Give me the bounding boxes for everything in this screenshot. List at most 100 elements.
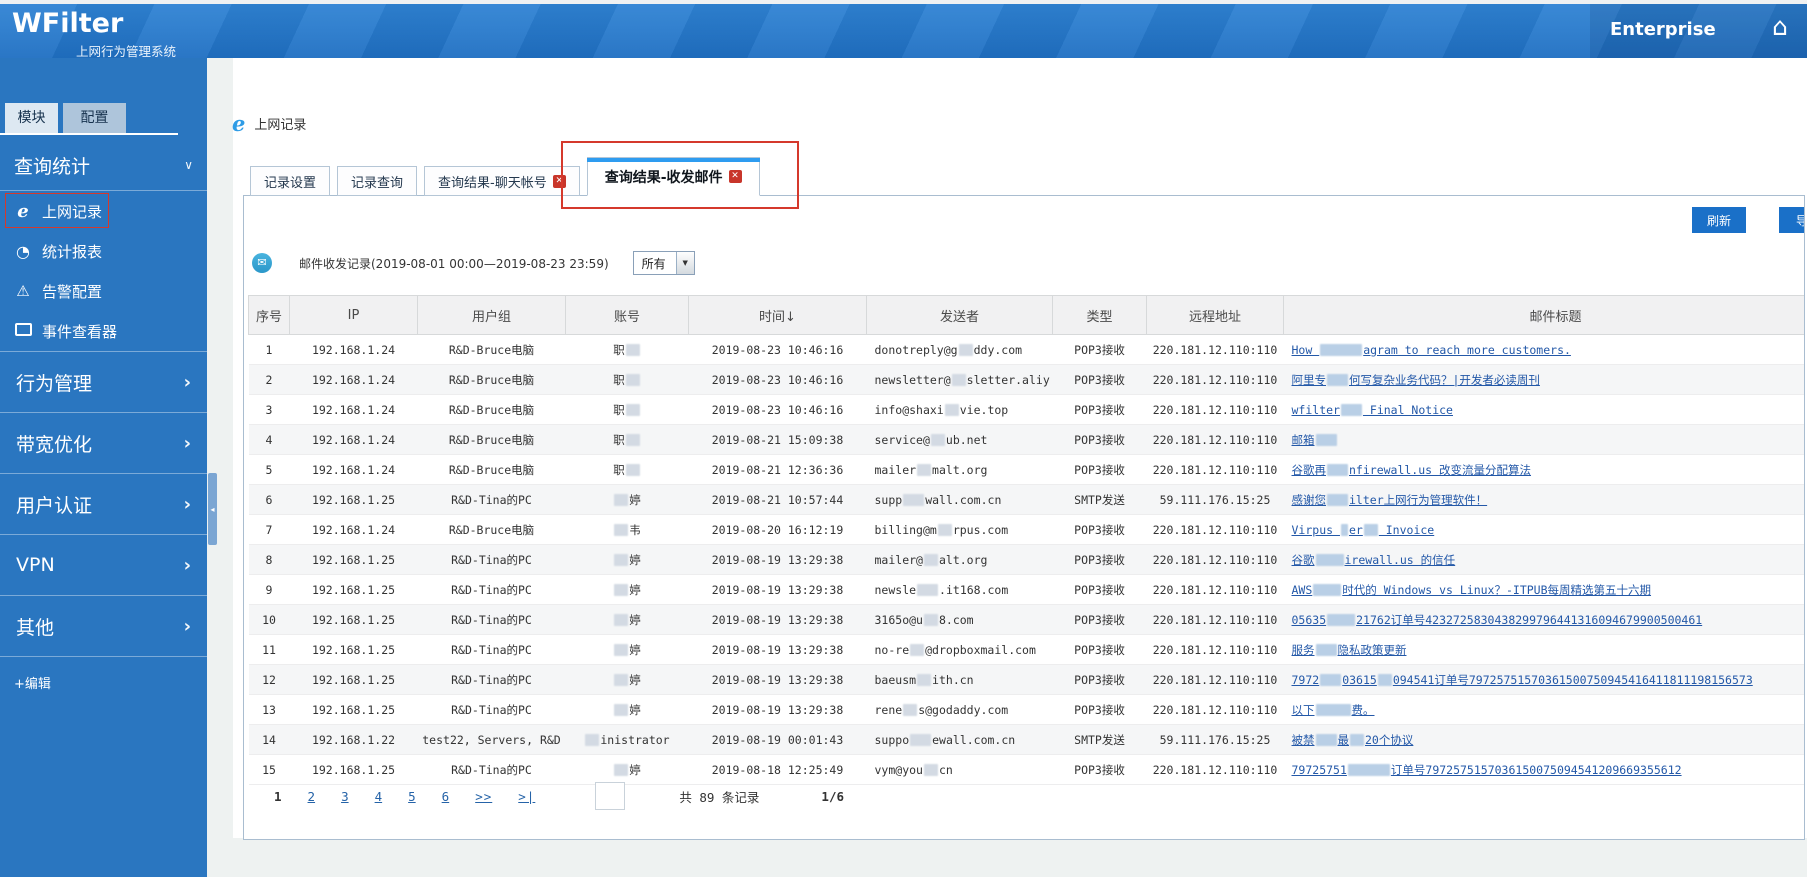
mail-icon: ✉: [252, 253, 272, 273]
sidebar-group-vpn[interactable]: VPN›: [0, 535, 207, 596]
report-icon: [12, 242, 34, 261]
table-row: 1192.168.1.24R&D-Bruce电脑职2019-08-23 10:4…: [249, 335, 1806, 365]
email-subject-link[interactable]: Virpus er Invoice: [1292, 523, 1435, 537]
page-last[interactable]: >|: [518, 789, 535, 804]
sidebar-collapse-handle[interactable]: ◂: [208, 473, 217, 545]
email-subject-link[interactable]: 谷歌再nfirewall.us 改变流量分配算法: [1292, 463, 1532, 477]
chevron-right-icon: ›: [184, 555, 191, 576]
refresh-button[interactable]: 刷新: [1692, 207, 1746, 233]
page-next[interactable]: >>: [475, 789, 492, 804]
email-subject-link[interactable]: 服务隐私政策更新: [1292, 643, 1407, 657]
chevron-right-icon: ›: [184, 616, 191, 637]
sidebar-item-event-viewer[interactable]: 事件查看器: [0, 311, 207, 351]
mail-record-label: 邮件收发记录(2019-08-01 00:00—2019-08-23 23:59…: [299, 255, 609, 272]
table-row: 8192.168.1.25R&D-Tina的PC婷2019-08-19 13:2…: [249, 545, 1806, 575]
page-link[interactable]: 2: [308, 789, 316, 804]
breadcrumb: e 上网记录: [232, 110, 306, 136]
filter-select[interactable]: 所有 ▼: [633, 251, 695, 275]
tab-label: 记录设置: [264, 172, 316, 191]
table-row: 6192.168.1.25R&D-Tina的PC婷2019-08-21 10:5…: [249, 485, 1806, 515]
column-header-2[interactable]: 用户组: [418, 296, 566, 335]
email-subject-link[interactable]: AWS时代的 Windows vs Linux？-ITPUB每周精选第五十六期: [1292, 583, 1652, 597]
sidebar-item-alarm-config[interactable]: 告警配置: [0, 271, 207, 311]
column-header-1[interactable]: IP: [290, 296, 418, 335]
sidebar-group-label: 带宽优化: [16, 430, 184, 457]
alert-icon: [12, 282, 34, 300]
sidebar-item-statistics-reports[interactable]: 统计报表: [0, 231, 207, 271]
email-subject-link[interactable]: 邮箱: [1292, 433, 1338, 447]
chevron-right-icon: ›: [184, 372, 191, 393]
email-subject-link[interactable]: 以下费。: [1292, 703, 1375, 717]
table-row: 13192.168.1.25R&D-Tina的PC婷2019-08-19 13:…: [249, 695, 1806, 725]
tab-record-settings[interactable]: 记录设置: [250, 166, 330, 196]
email-subject-link[interactable]: 797203615094541订单号7972575157036150075094…: [1292, 673, 1753, 687]
sidebar-group-query-statistics[interactable]: 查询统计 ∨: [0, 140, 207, 190]
filter-value: 所有: [634, 255, 676, 272]
column-header-5[interactable]: 发送者: [867, 296, 1053, 335]
logo-subtitle: 上网行为管理系统: [76, 41, 176, 58]
page-input[interactable]: [595, 782, 625, 810]
sidebar-tab-config[interactable]: 配置: [63, 103, 126, 133]
table-row: 5192.168.1.24R&D-Bruce电脑职2019-08-21 12:3…: [249, 455, 1806, 485]
content-panel: 刷新 导出 ✉ 邮件收发记录(2019-08-01 00:00—2019-08-…: [243, 195, 1805, 840]
email-subject-link[interactable]: How agram to reach more customers.: [1292, 343, 1571, 357]
sidebar-item-label: 上网记录: [42, 201, 102, 222]
sidebar-group-user-authentication[interactable]: 用户认证›: [0, 474, 207, 535]
tab-result-chat-accounts[interactable]: 查询结果-聊天帐号✕: [424, 166, 580, 196]
sidebar-tab-modules[interactable]: 模块: [5, 103, 58, 133]
sidebar-group-label: 用户认证: [16, 491, 184, 518]
tab-bar: 记录设置 记录查询查询结果-聊天帐号✕ 查询结果-收发邮件 ✕: [250, 158, 760, 196]
table-row: 12192.168.1.25R&D-Tina的PC婷2019-08-19 13:…: [249, 665, 1806, 695]
tab-result-mail[interactable]: 查询结果-收发邮件 ✕: [587, 157, 760, 196]
sidebar-item-internet-records[interactable]: 上网记录: [0, 191, 207, 231]
table-row: 11192.168.1.25R&D-Tina的PC婷2019-08-19 13:…: [249, 635, 1806, 665]
edit-link[interactable]: +编辑: [14, 673, 207, 692]
tab-close-icon[interactable]: ✕: [729, 170, 742, 183]
column-header-4[interactable]: 时间↓: [689, 296, 867, 335]
page-link[interactable]: 3: [341, 789, 349, 804]
tab-record-query[interactable]: 记录查询: [337, 166, 417, 196]
table-row: 15192.168.1.25R&D-Tina的PC婷2019-08-18 12:…: [249, 755, 1806, 785]
table-header-row: 序号IP用户组账号时间↓发送者类型远程地址邮件标题: [249, 296, 1806, 335]
sidebar-group-other[interactable]: 其他›: [0, 596, 207, 657]
sidebar-subitems: 上网记录统计报表告警配置事件查看器: [0, 191, 207, 351]
total-records: 共 89 条记录: [679, 787, 759, 806]
email-subject-link[interactable]: 感谢您ilter上网行为管理软件！: [1292, 493, 1488, 507]
header-right: Enterprise ⌂: [1590, 4, 1807, 58]
mail-toolbar: ✉ 邮件收发记录(2019-08-01 00:00—2019-08-23 23:…: [252, 250, 695, 276]
email-subject-link[interactable]: 谷歌irewall.us 的信任: [1292, 553, 1456, 567]
column-header-8[interactable]: 邮件标题: [1284, 296, 1806, 335]
table-row: 3192.168.1.24R&D-Bruce电脑职2019-08-23 10:4…: [249, 395, 1806, 425]
export-button[interactable]: 导出: [1779, 207, 1805, 233]
email-subject-link[interactable]: wfilter Final Notice: [1292, 403, 1453, 417]
page-indicator: 1/6: [821, 789, 844, 804]
page-links: 2 3 4 5 6: [308, 789, 450, 804]
table-row: 2192.168.1.24R&D-Bruce电脑职2019-08-23 10:4…: [249, 365, 1806, 395]
sidebar-group-bandwidth-optimization[interactable]: 带宽优化›: [0, 413, 207, 474]
email-subject-link[interactable]: 79725751订单号79725751570361500750945412096…: [1292, 763, 1682, 777]
chevron-down-icon: ∨: [184, 158, 193, 172]
email-subject-link[interactable]: 0563521762订单号423272583043829979644131609…: [1292, 613, 1703, 627]
column-header-0[interactable]: 序号: [249, 296, 290, 335]
column-header-6[interactable]: 类型: [1053, 296, 1147, 335]
dropdown-arrow-icon: ▼: [676, 252, 694, 274]
logo-text: WFilter: [12, 8, 123, 39]
table-row: 7192.168.1.24R&D-Bruce电脑韦2019-08-20 16:1…: [249, 515, 1806, 545]
page-link[interactable]: 4: [375, 789, 383, 804]
page-link[interactable]: 6: [442, 789, 450, 804]
email-subject-link[interactable]: 被禁最20个协议: [1292, 733, 1414, 747]
home-icon[interactable]: ⌂: [1772, 12, 1788, 41]
tab-close-icon[interactable]: ✕: [553, 175, 566, 188]
email-records-table: 序号IP用户组账号时间↓发送者类型远程地址邮件标题 1192.168.1.24R…: [248, 295, 1805, 785]
sidebar-item-label: 告警配置: [42, 281, 102, 302]
header: WFilter 上网行为管理系统 Enterprise ⌂: [0, 4, 1807, 58]
chevron-right-icon: ›: [184, 494, 191, 515]
column-header-3[interactable]: 账号: [566, 296, 689, 335]
sidebar-group-label: VPN: [16, 554, 184, 576]
page-link[interactable]: 5: [408, 789, 416, 804]
sidebar-menu: 查询统计 ∨ 上网记录统计报表告警配置事件查看器 行为管理›带宽优化›用户认证›…: [0, 140, 207, 692]
email-subject-link[interactable]: 阿里专何写复杂业务代码？|开发者必读周刊: [1292, 373, 1540, 387]
column-header-7[interactable]: 远程地址: [1147, 296, 1284, 335]
sidebar-group-behavior-management[interactable]: 行为管理›: [0, 352, 207, 413]
tab-label: 查询结果-收发邮件: [605, 167, 723, 187]
